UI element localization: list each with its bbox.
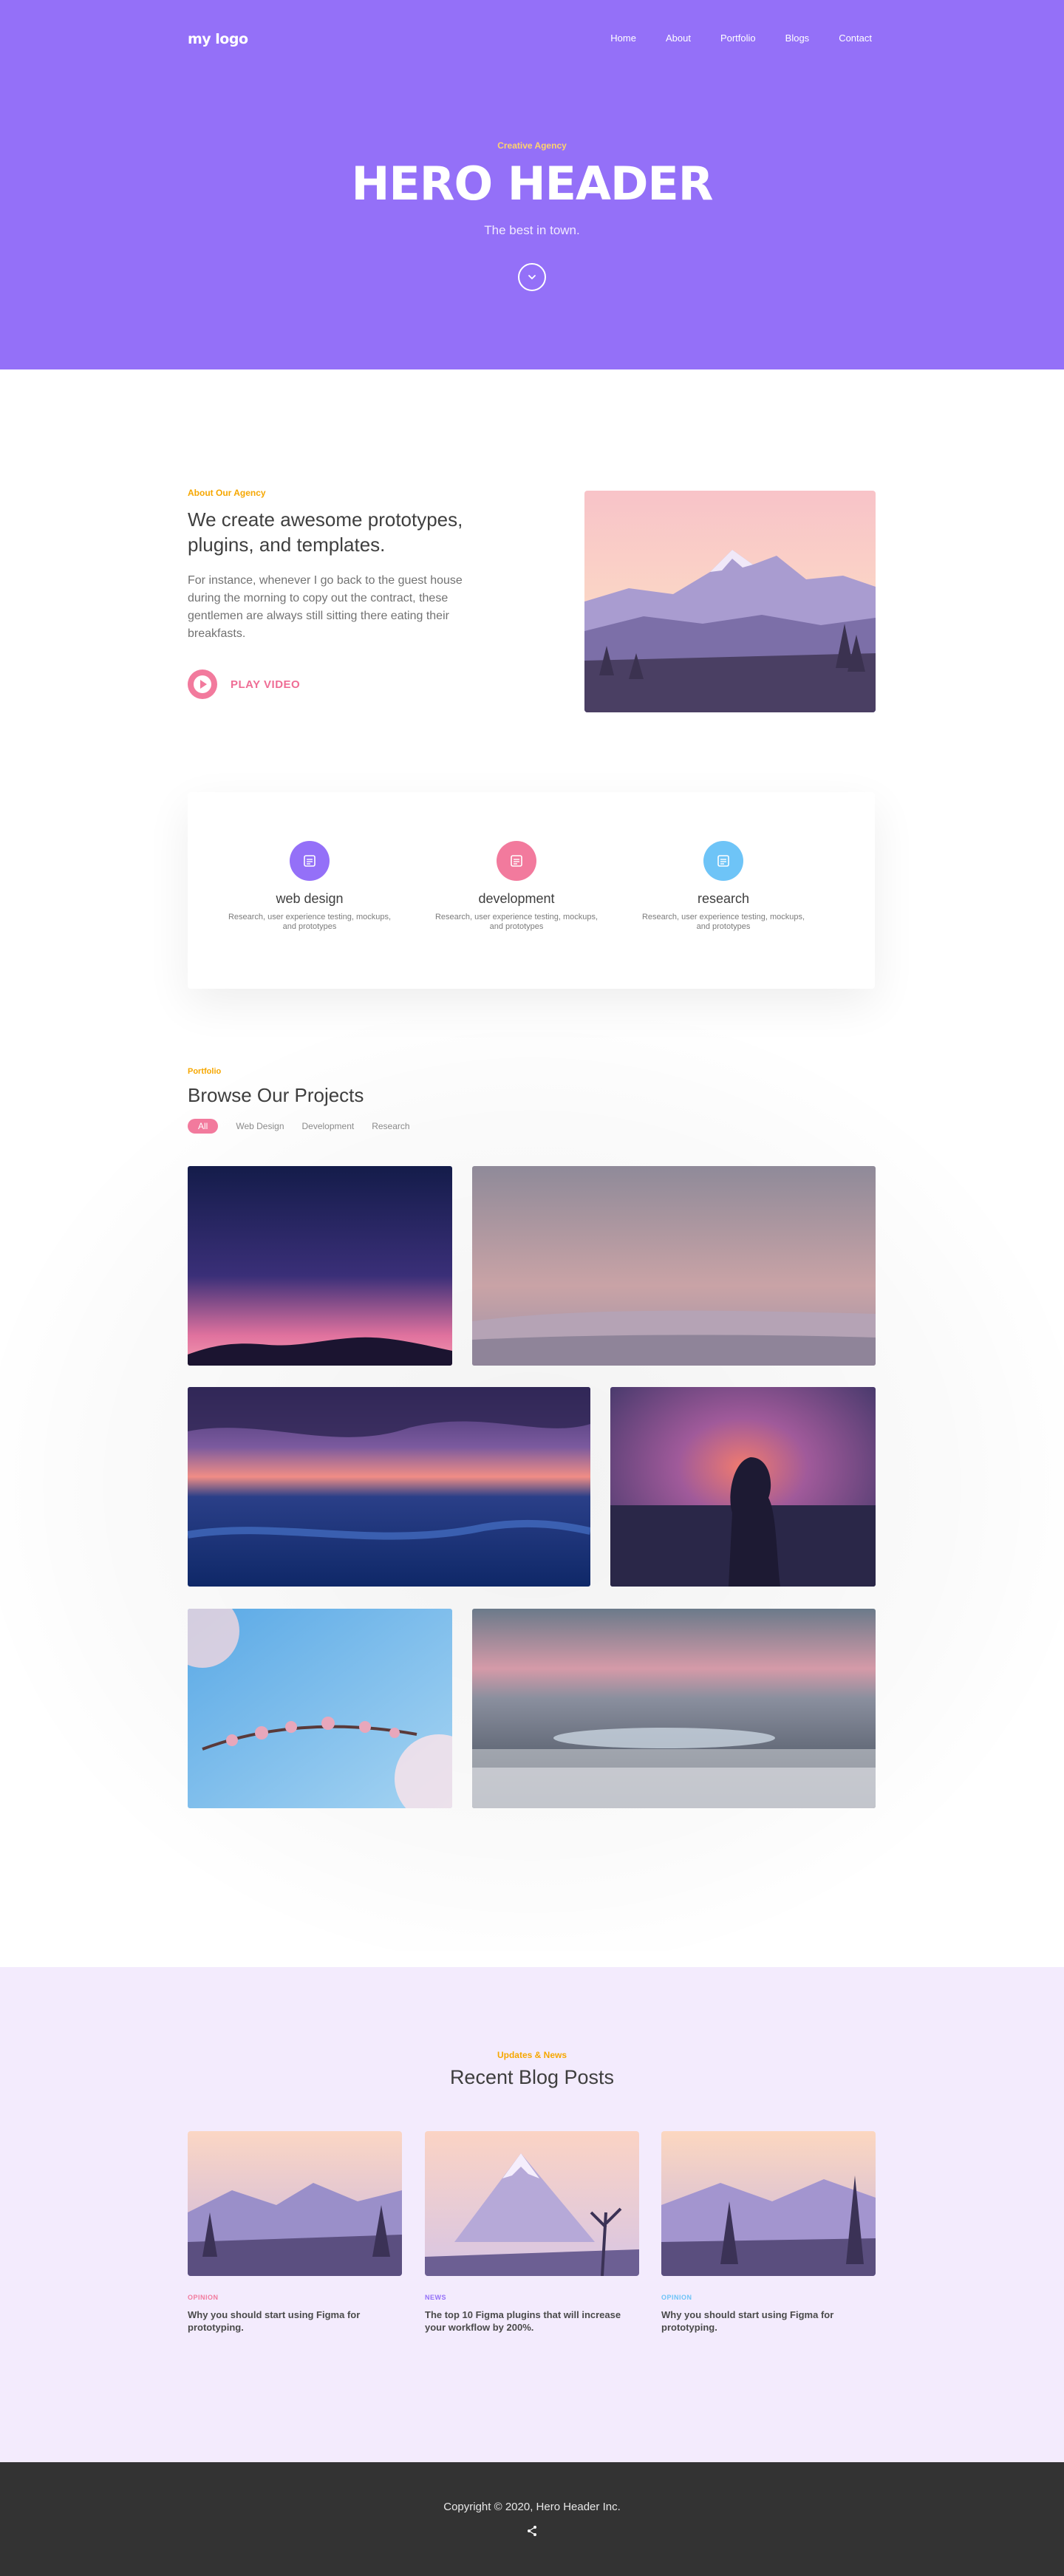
- blog-post-image: [188, 2131, 402, 2276]
- hero-kicker: Creative Agency: [497, 140, 567, 151]
- portfolio-title: Browse Our Projects: [188, 1084, 364, 1106]
- service-title: research: [697, 891, 750, 906]
- blog-post-title: Why you should start using Figma for pro…: [661, 2309, 834, 2333]
- blog-post-title: The top 10 Figma plugins that will incre…: [425, 2309, 621, 2333]
- service-desc: Research, user experience testing, mocku…: [641, 913, 805, 931]
- document-icon: [497, 841, 536, 881]
- filter-web-design[interactable]: Web Design: [236, 1121, 284, 1131]
- blog-kicker: Updates & News: [497, 2050, 567, 2060]
- filter-all[interactable]: All: [188, 1119, 219, 1134]
- blog-post-card[interactable]: NEWS The top 10 Figma plugins that will …: [425, 2131, 639, 2334]
- about-title: We create awesome prototypes, plugins, a…: [188, 508, 463, 556]
- footer: Copyright © 2020, Hero Header Inc.: [0, 2462, 1064, 2576]
- blog-section: Updates & News Recent Blog Posts OPINION…: [0, 1967, 1064, 2462]
- scroll-down-button[interactable]: [518, 263, 546, 291]
- service-title: web design: [276, 891, 344, 906]
- about-body: For instance, whenever I go back to the …: [188, 574, 463, 640]
- top-nav: my logo Home About Portfolio Blogs Conta…: [188, 30, 872, 50]
- filter-development[interactable]: Development: [302, 1121, 355, 1131]
- play-video-button[interactable]: PLAY VIDEO: [188, 669, 300, 699]
- blog-post-image: [661, 2131, 876, 2276]
- nav-blogs[interactable]: Blogs: [785, 33, 810, 44]
- play-video-label: PLAY VIDEO: [231, 678, 301, 691]
- blog-title: Recent Blog Posts: [449, 2066, 615, 2088]
- service-title: development: [478, 891, 555, 906]
- portfolio-kicker: Portfolio: [188, 1067, 222, 1076]
- document-icon: [703, 841, 743, 881]
- portfolio-filters: All Web Design Development Research: [188, 1119, 410, 1134]
- blog-post-card[interactable]: OPINION Why you should start using Figma…: [188, 2131, 402, 2334]
- document-icon: [290, 841, 330, 881]
- blog-post-title: Why you should start using Figma for pro…: [188, 2309, 361, 2333]
- project-tile[interactable]: [188, 1166, 452, 1366]
- project-tile[interactable]: [610, 1387, 876, 1587]
- nav-menu: Home About Portfolio Blogs Contact: [610, 33, 872, 44]
- project-tile[interactable]: [472, 1166, 876, 1366]
- blog-post-tag: OPINION: [188, 2294, 219, 2301]
- blog-post-card[interactable]: OPINION Why you should start using Figma…: [661, 2131, 876, 2334]
- play-icon: [188, 669, 217, 699]
- service-desc: Research, user experience testing, mocku…: [228, 913, 392, 931]
- project-tile[interactable]: [188, 1609, 452, 1808]
- nav-home[interactable]: Home: [610, 33, 636, 44]
- hero-title: HERO HEADER: [351, 157, 713, 211]
- blog-post-image: [425, 2131, 639, 2276]
- nav-contact[interactable]: Contact: [839, 33, 872, 44]
- about-kicker: About Our Agency: [188, 488, 266, 498]
- service-research: research Research, user experience testi…: [635, 841, 812, 932]
- blog-post-tag: NEWS: [425, 2294, 446, 2301]
- services-card: web design Research, user experience tes…: [188, 792, 875, 989]
- blog-post-tag: OPINION: [661, 2294, 692, 2301]
- filter-research[interactable]: Research: [372, 1121, 409, 1131]
- hero-subtitle: The best in town.: [484, 223, 580, 237]
- project-tile[interactable]: [188, 1387, 590, 1587]
- service-desc: Research, user experience testing, mocku…: [434, 913, 598, 931]
- nav-about[interactable]: About: [666, 33, 691, 44]
- copyright: Copyright © 2020, Hero Header Inc.: [443, 2501, 621, 2513]
- chevron-down-icon: [528, 275, 536, 279]
- hero-section: my logo Home About Portfolio Blogs Conta…: [0, 0, 1064, 369]
- project-tile[interactable]: [472, 1609, 876, 1808]
- nav-portfolio[interactable]: Portfolio: [720, 33, 756, 44]
- about-image: [584, 491, 876, 712]
- service-development: development Research, user experience te…: [428, 841, 605, 932]
- logo[interactable]: my logo: [188, 31, 248, 47]
- service-web-design: web design Research, user experience tes…: [221, 841, 398, 932]
- share-icon[interactable]: [525, 2524, 539, 2538]
